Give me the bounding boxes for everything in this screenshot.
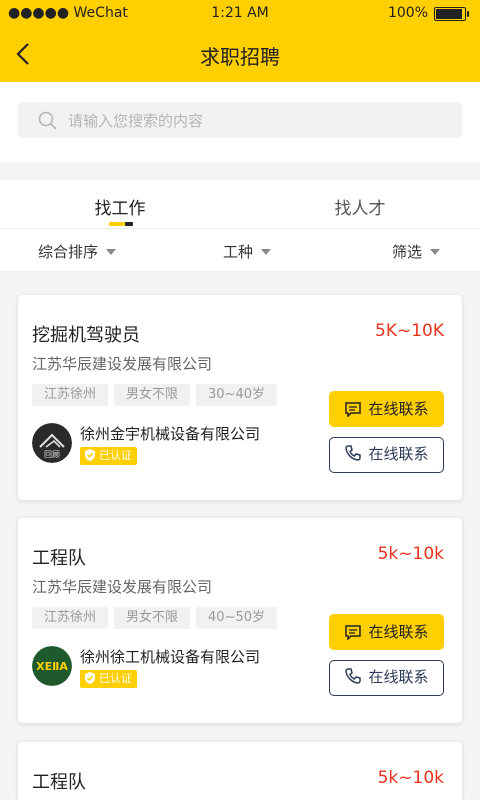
phone-contact-button[interactable]: 在线联系 bbox=[329, 437, 444, 473]
filter-screen[interactable]: 筛选 bbox=[392, 241, 441, 262]
job-tags: 江苏徐州 男女不限 30~40岁 bbox=[32, 383, 283, 406]
tag-age: 40~50岁 bbox=[196, 607, 278, 629]
status-bar: ●●●●● WeChat 1:21 AM 100% bbox=[0, 0, 480, 26]
caret-down-icon bbox=[430, 249, 441, 255]
filter-job-type-label: 工种 bbox=[223, 243, 254, 261]
search-input[interactable] bbox=[66, 107, 450, 135]
active-tab-indicator-yellow bbox=[109, 222, 125, 226]
battery-fill bbox=[436, 9, 462, 19]
filter-bar: 综合排序 工种 筛选 bbox=[0, 228, 480, 272]
verified-badge-label: 已认证 bbox=[99, 672, 132, 685]
online-contact-button[interactable]: 在线联系 bbox=[329, 391, 444, 427]
tag-gender: 男女不限 bbox=[114, 607, 191, 629]
nav-bar: 求职招聘 bbox=[0, 26, 480, 82]
logo-text: 回顾 bbox=[44, 450, 60, 459]
poster-company: 徐州金宇机械设备有限公司 bbox=[80, 425, 261, 443]
job-card[interactable]: 工程队 5k~10k 江苏华辰建设发展有限公司 江苏徐州 男女不限 40~50岁 X… bbox=[18, 518, 462, 723]
job-company: 江苏华辰建设发展有限公司 bbox=[32, 355, 213, 373]
verified-badge-label: 已认证 bbox=[99, 449, 132, 462]
job-salary: 5k~10k bbox=[377, 544, 444, 564]
shield-check-icon bbox=[85, 449, 95, 461]
filter-job-type[interactable]: 工种 bbox=[223, 241, 272, 262]
caret-down-icon bbox=[106, 249, 117, 255]
phone-icon bbox=[345, 445, 362, 461]
verified-badge: 已认证 bbox=[80, 447, 137, 465]
logo-text: XEⅡA bbox=[36, 660, 68, 673]
battery-icon bbox=[434, 7, 469, 21]
job-title: 挖掘机驾驶员 bbox=[32, 325, 140, 346]
filter-sort[interactable]: 综合排序 bbox=[38, 241, 117, 262]
active-tab-indicator-dark bbox=[125, 222, 133, 226]
online-contact-label: 在线联系 bbox=[368, 623, 429, 641]
phone-contact-label: 在线联系 bbox=[368, 445, 429, 463]
tag-gender: 男女不限 bbox=[114, 384, 191, 406]
chat-icon bbox=[345, 625, 362, 641]
job-title: 工程队 bbox=[32, 548, 86, 569]
job-salary: 5K~10K bbox=[375, 321, 444, 341]
verified-badge: 已认证 bbox=[80, 670, 137, 688]
search-icon bbox=[38, 111, 57, 130]
filter-screen-label: 筛选 bbox=[392, 243, 423, 261]
phone-icon bbox=[345, 668, 362, 684]
tab-find-job[interactable]: 找工作 bbox=[0, 194, 240, 219]
page-title: 求职招聘 bbox=[200, 45, 280, 69]
job-salary: 5k~10k bbox=[377, 768, 444, 788]
shield-check-icon bbox=[85, 672, 95, 684]
online-contact-button[interactable]: 在线联系 bbox=[329, 614, 444, 650]
job-card[interactable]: 工程队 5k~10k bbox=[18, 742, 462, 800]
battery-percent: 100% bbox=[387, 5, 428, 21]
caret-down-icon bbox=[261, 249, 272, 255]
tab-find-talent[interactable]: 找人才 bbox=[240, 194, 480, 219]
job-tags: 江苏徐州 男女不限 40~50岁 bbox=[32, 606, 283, 629]
poster-company: 徐州徐工机械设备有限公司 bbox=[80, 648, 261, 666]
job-title: 工程队 bbox=[32, 772, 86, 793]
filter-sort-label: 综合排序 bbox=[38, 243, 99, 261]
job-card[interactable]: 挖掘机驾驶员 5K~10K 江苏华辰建设发展有限公司 江苏徐州 男女不限 30~40… bbox=[18, 295, 462, 500]
company-logo: XEⅡA bbox=[32, 646, 72, 686]
tag-location: 江苏徐州 bbox=[32, 607, 109, 629]
job-company: 江苏华辰建设发展有限公司 bbox=[32, 578, 213, 596]
search-box[interactable] bbox=[18, 102, 462, 138]
tag-age: 30~40岁 bbox=[196, 384, 278, 406]
search-section bbox=[0, 82, 480, 162]
tab-bar: 找工作 找人才 bbox=[0, 180, 480, 228]
phone-contact-label: 在线联系 bbox=[368, 668, 429, 686]
company-logo: 回顾 bbox=[32, 423, 72, 463]
phone-contact-button[interactable]: 在线联系 bbox=[329, 660, 444, 696]
active-tab-indicator bbox=[109, 222, 133, 226]
online-contact-label: 在线联系 bbox=[368, 400, 429, 418]
tag-location: 江苏徐州 bbox=[32, 384, 109, 406]
chat-icon bbox=[345, 402, 362, 418]
